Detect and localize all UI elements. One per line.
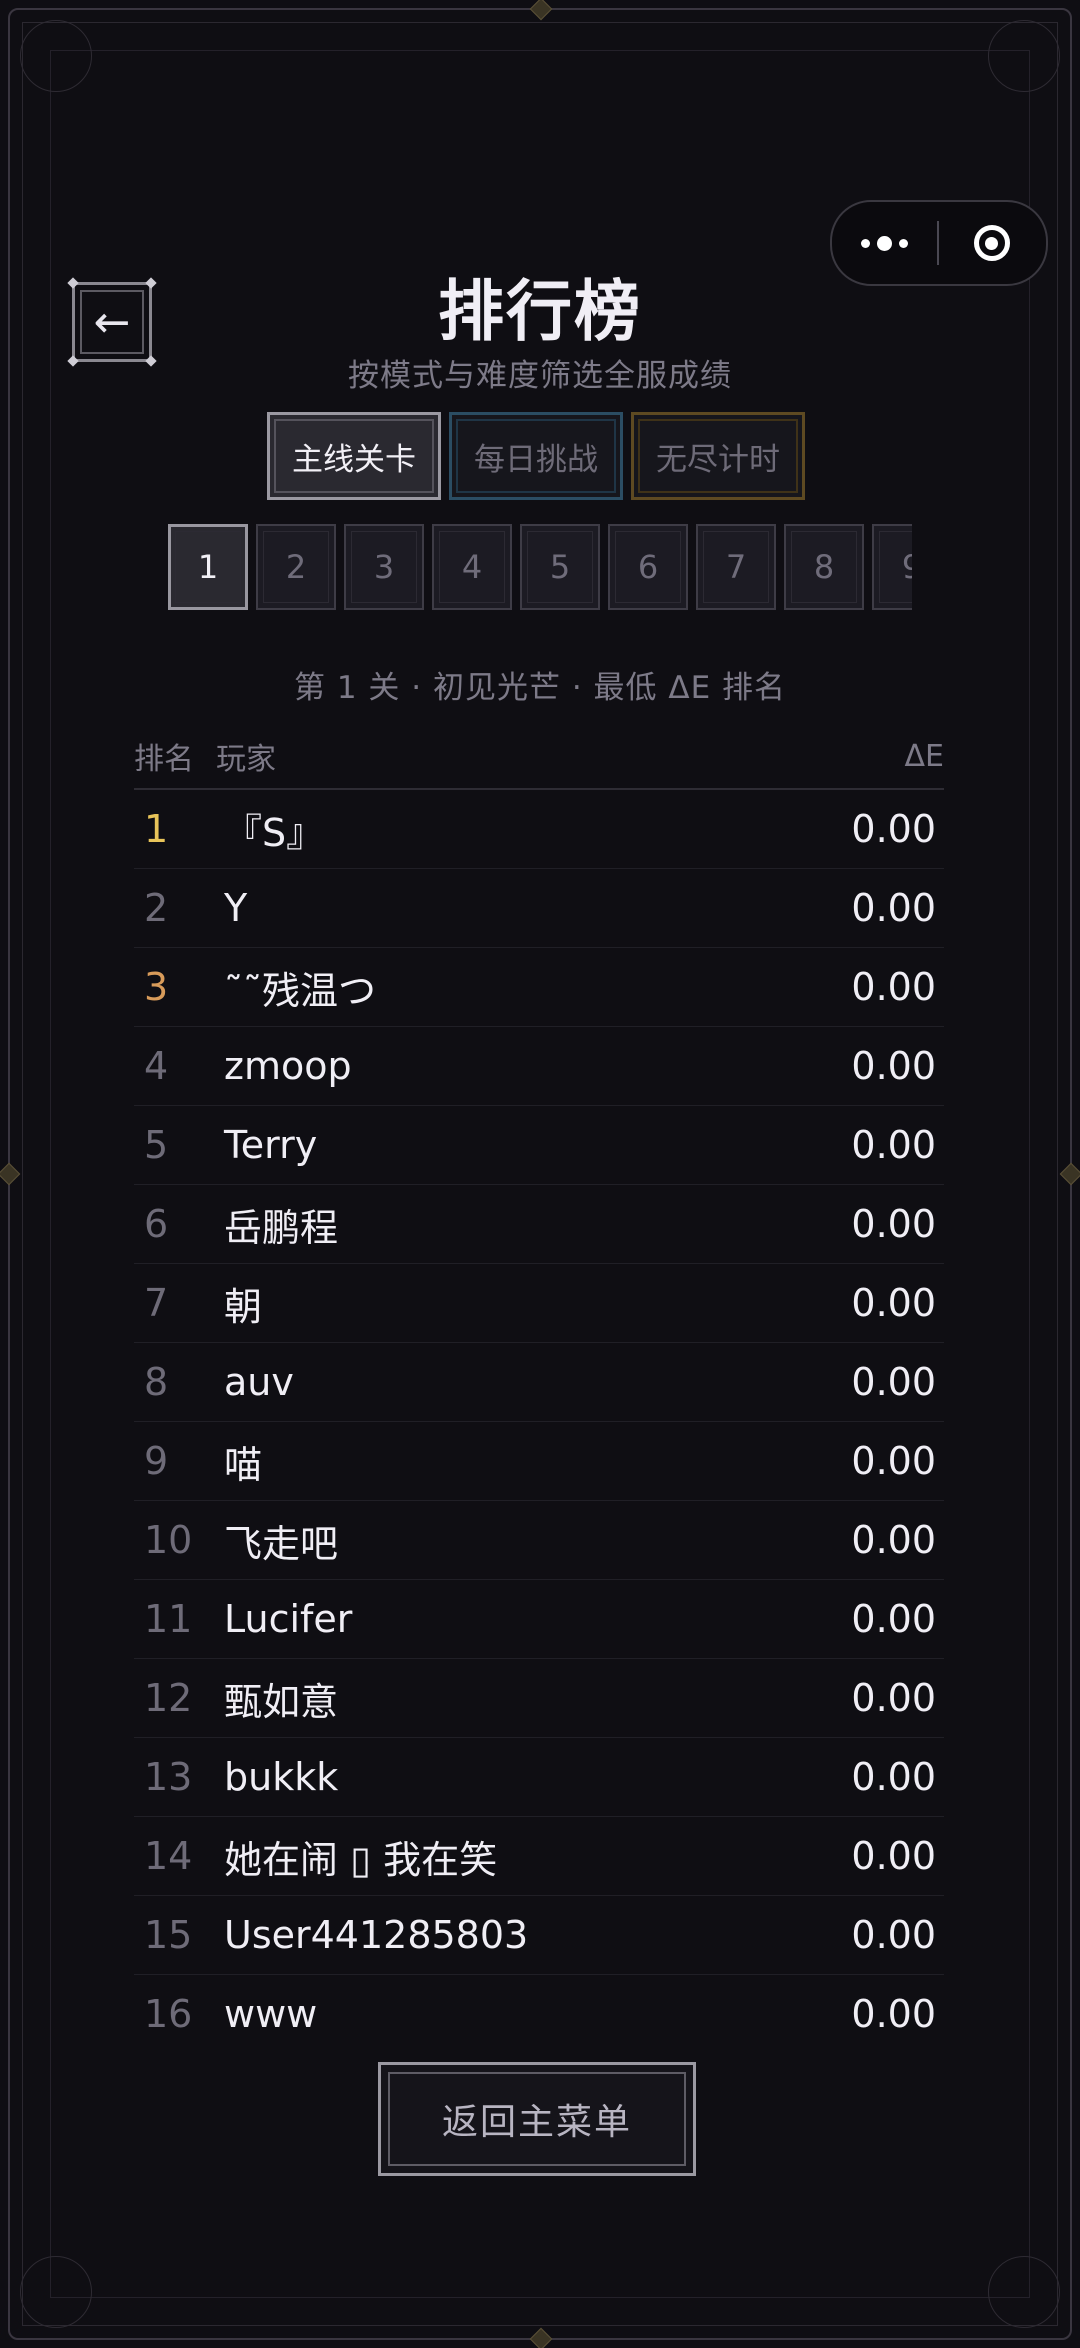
row-player: Terry [224, 1123, 318, 1167]
row-player: ˜˜残温つ [224, 968, 377, 1013]
row-rank: 3 [144, 965, 169, 1009]
row-player: 岳鹏程 [224, 1205, 339, 1250]
row-score: 0.00 [851, 1913, 936, 1957]
row-rank: 11 [144, 1597, 193, 1641]
row-rank: 15 [144, 1913, 193, 1957]
level-selector[interactable]: 1 2 3 4 5 6 7 8 9 [168, 524, 912, 614]
row-score: 0.00 [851, 1834, 936, 1878]
level-button-7[interactable]: 7 [696, 524, 776, 610]
row-player: 飞走吧 [224, 1521, 339, 1566]
header-player: 玩家 [216, 742, 276, 777]
level-button-3[interactable]: 3 [344, 524, 424, 610]
table-row: 13 bukkk 0.00 [134, 1738, 944, 1817]
table-row: 11 Lucifer 0.00 [134, 1580, 944, 1659]
table-row: 15 User441285803 0.00 [134, 1896, 944, 1975]
row-score: 0.00 [851, 1123, 936, 1167]
table-row: 9 喵 0.00 [134, 1422, 944, 1501]
row-score: 0.00 [851, 1439, 936, 1483]
row-score: 0.00 [851, 1518, 936, 1562]
row-rank: 5 [144, 1123, 169, 1167]
corner-ornament [988, 2256, 1060, 2328]
row-player: User441285803 [224, 1913, 529, 1957]
table-row: 5 Terry 0.00 [134, 1106, 944, 1185]
row-rank: 14 [144, 1834, 193, 1878]
row-score: 0.00 [851, 1202, 936, 1246]
tab-daily-challenge[interactable]: 每日挑战 [449, 412, 623, 500]
row-score: 0.00 [851, 1992, 936, 2036]
row-player: 她在闹 ▯ 我在笑 [224, 1837, 498, 1882]
table-row: 2 Y 0.00 [134, 869, 944, 948]
table-row: 1 『S』 0.00 [134, 790, 944, 869]
row-score: 0.00 [851, 1597, 936, 1641]
row-rank: 13 [144, 1755, 193, 1799]
corner-ornament [988, 20, 1060, 92]
level-button-9[interactable]: 9 [872, 524, 912, 610]
row-player: 『S』 [224, 810, 325, 855]
table-row: 10 飞走吧 0.00 [134, 1501, 944, 1580]
row-player: zmoop [224, 1044, 352, 1088]
row-rank: 10 [144, 1518, 193, 1562]
row-score: 0.00 [851, 965, 936, 1009]
table-row: 12 甄如意 0.00 [134, 1659, 944, 1738]
row-rank: 9 [144, 1439, 169, 1483]
mode-tabs: 主线关卡 每日挑战 无尽计时 [267, 412, 805, 500]
row-score: 0.00 [851, 1755, 936, 1799]
row-score: 0.00 [851, 1281, 936, 1325]
page-subtitle: 按模式与难度筛选全服成绩 [348, 358, 732, 394]
row-player: Y [224, 886, 248, 930]
row-player: 喵 [224, 1442, 263, 1487]
table-row: 14 她在闹 ▯ 我在笑 0.00 [134, 1817, 944, 1896]
header-rank: 排名 [134, 742, 194, 777]
level-button-5[interactable]: 5 [520, 524, 600, 610]
level-button-2[interactable]: 2 [256, 524, 336, 610]
row-player: Lucifer [224, 1597, 353, 1641]
row-player: bukkk [224, 1755, 339, 1799]
row-score: 0.00 [851, 886, 936, 930]
header-delta-e: ΔE [904, 738, 944, 774]
row-rank: 12 [144, 1676, 193, 1720]
table-row: 16 www 0.00 [134, 1975, 944, 2053]
row-rank: 16 [144, 1992, 193, 2036]
row-score: 0.00 [851, 1360, 936, 1404]
tab-endless-timed[interactable]: 无尽计时 [631, 412, 805, 500]
corner-ornament [20, 2256, 92, 2328]
table-row: 7 朝 0.00 [134, 1264, 944, 1343]
level-caption: 第 1 关 · 初见光芒 · 最低 ΔE 排名 [293, 670, 787, 706]
corner-ornament [20, 20, 92, 92]
row-rank: 2 [144, 886, 169, 930]
row-player: auv [224, 1360, 294, 1404]
row-score: 0.00 [851, 807, 936, 851]
table-row: 6 岳鹏程 0.00 [134, 1185, 944, 1264]
table-header: 排名 玩家 ΔE [134, 724, 944, 790]
more-menu-icon[interactable] [832, 235, 937, 251]
level-button-4[interactable]: 4 [432, 524, 512, 610]
row-player: 甄如意 [224, 1679, 339, 1724]
level-button-6[interactable]: 6 [608, 524, 688, 610]
return-main-menu-button[interactable]: 返回主菜单 [378, 2062, 696, 2176]
close-miniprogram-icon[interactable] [939, 225, 1044, 261]
row-player: www [224, 1992, 318, 2036]
table-row: 4 zmoop 0.00 [134, 1027, 944, 1106]
table-row: 3 ˜˜残温つ 0.00 [134, 948, 944, 1027]
row-rank: 1 [144, 807, 169, 851]
row-score: 0.00 [851, 1044, 936, 1088]
leaderboard-page: ← 排行榜 按模式与难度筛选全服成绩 主线关卡 每日挑战 无尽计时 1 2 3 … [0, 0, 1080, 2348]
row-score: 0.00 [851, 1676, 936, 1720]
row-rank: 7 [144, 1281, 169, 1325]
table-row: 8 auv 0.00 [134, 1343, 944, 1422]
row-rank: 4 [144, 1044, 169, 1088]
tab-main-levels[interactable]: 主线关卡 [267, 412, 441, 500]
level-button-8[interactable]: 8 [784, 524, 864, 610]
row-rank: 6 [144, 1202, 169, 1246]
row-rank: 8 [144, 1360, 169, 1404]
level-button-1[interactable]: 1 [168, 524, 248, 610]
page-title: 排行榜 [438, 273, 642, 350]
leaderboard-table: 排名 玩家 ΔE 1 『S』 0.00 2 Y 0.00 3 ˜˜残温つ 0.00 4 zmo… [134, 724, 944, 2053]
row-player: 朝 [224, 1284, 263, 1329]
